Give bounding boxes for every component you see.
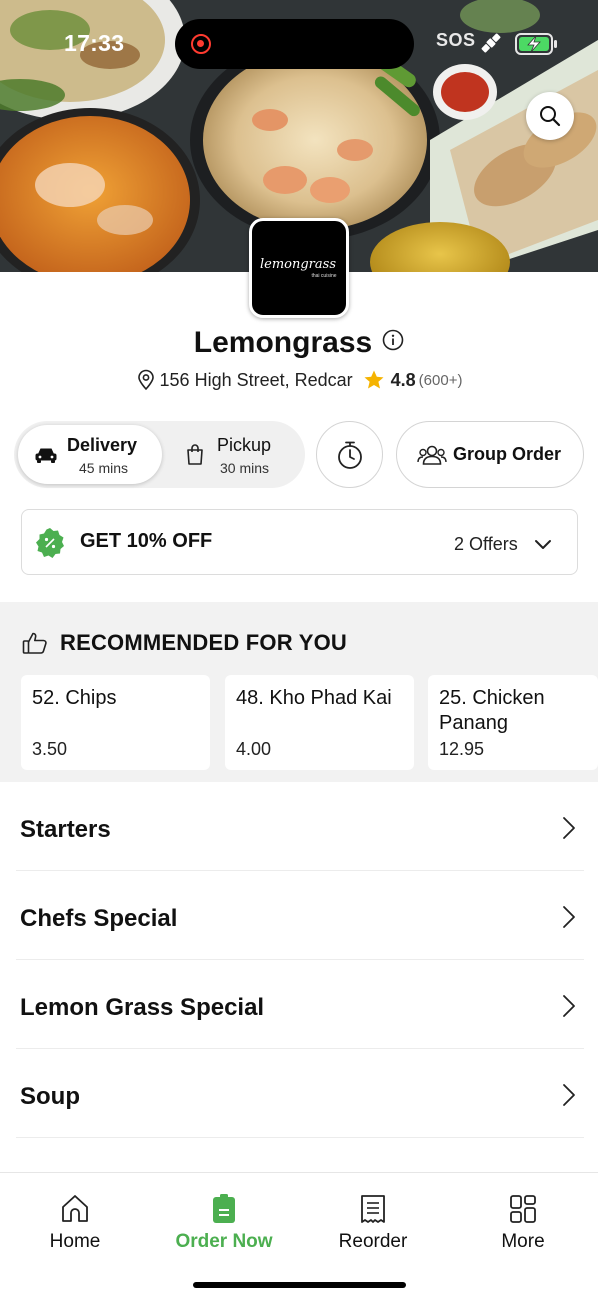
car-icon xyxy=(35,448,57,463)
search-icon xyxy=(540,106,561,127)
recommended-item-card[interactable]: 48. Kho Phad Kai 4.00 xyxy=(225,675,414,770)
group-order-button[interactable]: Group Order xyxy=(396,421,584,488)
search-button[interactable] xyxy=(526,92,574,140)
battery-charging-icon xyxy=(515,33,557,55)
group-order-label: Group Order xyxy=(453,444,562,464)
location-pin-icon xyxy=(137,369,154,391)
chevron-down-icon xyxy=(535,540,551,549)
recommended-item-name: 52. Chips xyxy=(32,687,117,709)
nav-home[interactable]: Home xyxy=(0,1193,150,1253)
recording-indicator-icon xyxy=(191,34,211,54)
category-row-soup[interactable]: Soup xyxy=(16,1049,584,1138)
chevron-right-icon xyxy=(563,817,575,839)
category-row-lemon-grass-special[interactable]: Lemon Grass Special xyxy=(16,960,584,1049)
chevron-right-icon xyxy=(563,1084,575,1106)
info-icon[interactable] xyxy=(382,329,404,351)
category-row-chefs-special[interactable]: Chefs Special xyxy=(16,871,584,960)
satellite-icon xyxy=(481,33,501,53)
restaurant-name: Lemongrass xyxy=(193,326,373,359)
schedule-button[interactable] xyxy=(316,421,383,488)
delivery-time: 45 mins xyxy=(79,460,129,476)
pickup-option[interactable]: Pickup 30 mins xyxy=(166,425,302,484)
offer-title: GET 10% OFF xyxy=(80,530,213,552)
category-label: Soup xyxy=(20,1083,80,1110)
order-mode-toggle: Delivery 45 mins Pickup 30 mins xyxy=(14,421,305,488)
logo-tagline: thai cuisine xyxy=(311,273,336,279)
restaurant-name-row: Lemongrass xyxy=(0,326,598,360)
nav-reorder[interactable]: Reorder xyxy=(298,1193,448,1253)
nav-order-now[interactable]: Order Now xyxy=(149,1193,299,1253)
chevron-right-icon xyxy=(563,906,575,928)
bottom-navigation: Home Order Now Reorder More xyxy=(0,1172,598,1300)
home-indicator[interactable] xyxy=(193,1282,406,1288)
delivery-label: Delivery xyxy=(67,435,138,455)
rating-count: (600+) xyxy=(418,371,463,389)
category-label: Chefs Special xyxy=(20,905,178,932)
offer-count: 2 Offers xyxy=(454,534,518,554)
recommended-item-card[interactable]: 25. Chicken Panang 12.95 xyxy=(428,675,598,770)
restaurant-logo: lemongrass thai cuisine xyxy=(249,218,349,318)
lemongrass-logo-icon: lemongrass thai cuisine xyxy=(260,257,337,279)
grid-icon xyxy=(510,1195,536,1223)
delivery-option[interactable]: Delivery 45 mins xyxy=(18,425,162,484)
nav-label: Home xyxy=(49,1231,101,1252)
recommended-heading: RECOMMENDED FOR YOU xyxy=(60,630,347,655)
chevron-right-icon xyxy=(563,995,575,1017)
stopwatch-icon xyxy=(337,441,362,469)
recommended-item-price: 3.50 xyxy=(32,739,68,759)
nav-label: Order Now xyxy=(175,1231,273,1252)
category-label: Lemon Grass Special xyxy=(20,994,265,1021)
receipt-icon xyxy=(361,1195,385,1223)
shopping-bag-icon xyxy=(187,444,203,465)
rating-value: 4.8 xyxy=(390,369,416,390)
recommended-item-price: 4.00 xyxy=(236,739,272,759)
discount-badge-icon xyxy=(36,528,64,558)
sos-indicator: SOS xyxy=(436,30,476,50)
dynamic-island xyxy=(175,19,414,69)
logo-wordmark: lemongrass xyxy=(260,257,336,272)
pickup-label: Pickup xyxy=(217,435,272,455)
order-bag-icon xyxy=(213,1194,235,1223)
nav-label: More xyxy=(501,1231,545,1252)
category-row-starters[interactable]: Starters xyxy=(16,782,584,871)
pickup-time: 30 mins xyxy=(220,460,270,476)
group-icon xyxy=(417,445,447,465)
recommended-header: RECOMMENDED FOR YOU xyxy=(22,630,347,656)
recommended-item-price: 12.95 xyxy=(439,739,485,759)
category-label: Starters xyxy=(20,816,111,843)
home-icon xyxy=(62,1195,88,1222)
recommended-item-card[interactable]: 52. Chips 3.50 xyxy=(21,675,210,770)
thumbs-up-icon xyxy=(22,632,47,654)
restaurant-address: 156 High Street, Redcar xyxy=(159,369,353,390)
restaurant-meta-row: 156 High Street, Redcar 4.8 (600+) xyxy=(0,369,598,391)
star-icon xyxy=(364,370,384,389)
recommended-item-name: 48. Kho Phad Kai xyxy=(236,687,392,709)
offer-banner[interactable]: GET 10% OFF 2 Offers xyxy=(21,509,578,575)
nav-more[interactable]: More xyxy=(448,1193,598,1253)
recommended-section: RECOMMENDED FOR YOU 52. Chips 3.50 48. K… xyxy=(0,602,598,782)
status-time: 17:33 xyxy=(64,30,125,56)
recommended-item-name: 25. Chicken Panang xyxy=(439,687,545,734)
nav-label: Reorder xyxy=(338,1231,408,1252)
